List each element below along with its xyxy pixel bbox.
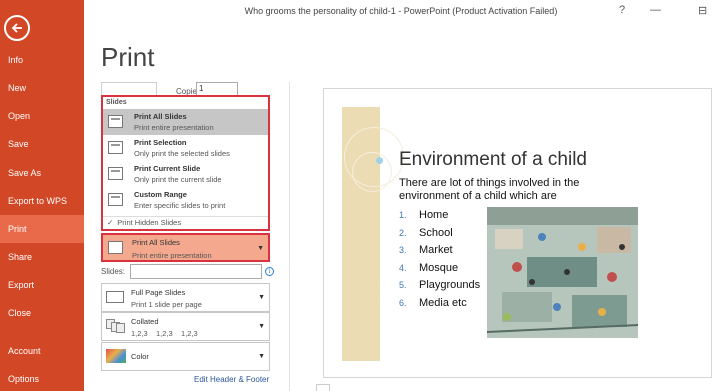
- list-number: 1.: [399, 210, 407, 220]
- decor-dot: [376, 157, 383, 164]
- option-title: Print Selection: [134, 138, 187, 147]
- page-title: Print: [101, 42, 155, 72]
- dropdown-desc: Print entire presentation: [132, 251, 212, 260]
- sidebar-item-share[interactable]: Share: [0, 243, 84, 271]
- current-slide-icon: [108, 167, 123, 180]
- menu-item-print-all-slides[interactable]: Print All Slides Print entire presentati…: [103, 109, 268, 135]
- list-text: Playgrounds: [419, 279, 481, 291]
- restore-button[interactable]: ⊟: [698, 4, 707, 17]
- sidebar-item-print[interactable]: Print: [0, 215, 84, 243]
- full-page-icon: [106, 291, 124, 303]
- sidebar-item-export[interactable]: Export: [0, 271, 84, 299]
- list-text: Media etc: [419, 296, 467, 309]
- menu-item-print-selection[interactable]: Print Selection Only print the selected …: [103, 135, 268, 161]
- print-range-menu: Slides Print All Slides Print entire pre…: [101, 95, 270, 231]
- sidebar-item-account[interactable]: Account: [0, 337, 84, 365]
- chevron-down-icon: ▼: [258, 353, 265, 360]
- list-item: 2. School: [399, 225, 480, 243]
- slide-title: Environment of a child: [399, 149, 587, 170]
- dropdown-title: Color: [131, 352, 149, 361]
- menu-item-print-current-slide[interactable]: Print Current Slide Only print the curre…: [103, 161, 268, 187]
- slide-illustration: [487, 207, 638, 338]
- list-text: Market: [419, 244, 453, 256]
- slides-icon: [108, 241, 123, 254]
- chevron-down-icon: ▼: [257, 245, 264, 252]
- sidebar-item-options[interactable]: Options: [0, 365, 84, 391]
- slide-intro: There are lot of things involved in the …: [399, 177, 580, 202]
- menu-item-custom-range[interactable]: Custom Range Enter specific slides to pr…: [103, 187, 268, 213]
- list-text: Mosque: [419, 261, 459, 274]
- option-title: Print Current Slide: [134, 164, 201, 173]
- list-item: 3. Market: [399, 242, 480, 260]
- print-range-dropdown[interactable]: Print All Slides Print entire presentati…: [101, 233, 270, 262]
- minimize-button[interactable]: —: [650, 4, 661, 16]
- list-number: 2.: [399, 227, 407, 238]
- back-arrow-icon[interactable]: [4, 15, 30, 41]
- selection-icon: [108, 141, 123, 154]
- decor-circle: [352, 152, 392, 192]
- page-nav[interactable]: [316, 384, 330, 391]
- sidebar-item-save[interactable]: Save: [0, 130, 84, 158]
- option-desc: Print entire presentation: [134, 123, 214, 132]
- option-desc: Only print the current slide: [134, 175, 222, 184]
- option-title: Custom Range: [134, 190, 187, 199]
- dropdown-desc: Print 1 slide per page: [131, 300, 202, 309]
- collate-icon: [106, 319, 126, 333]
- slide-decoration: [342, 107, 404, 361]
- edit-header-footer-link[interactable]: Edit Header & Footer: [194, 375, 269, 384]
- custom-range-icon: [108, 193, 123, 206]
- color-dropdown[interactable]: Color ▼: [101, 342, 270, 371]
- preview-divider: [289, 82, 290, 391]
- option-desc: Enter specific slides to print: [134, 201, 226, 210]
- slide-list: 1. Home 2. School 3. Market 4. Mosque 5. Play…: [399, 207, 480, 312]
- collate-dropdown[interactable]: Collated 1,2,3 1,2,3 1,2,3 ▼: [101, 312, 270, 341]
- slide-preview: Environment of a child There are lot of …: [323, 88, 712, 378]
- copies-input[interactable]: 1: [196, 82, 238, 96]
- color-icon: [106, 349, 126, 363]
- option-title: Print All Slides: [134, 112, 187, 121]
- chevron-down-icon: ▼: [258, 323, 265, 330]
- slides-input[interactable]: [130, 264, 262, 279]
- help-button[interactable]: ?: [619, 4, 625, 16]
- menu-item-print-hidden-slides[interactable]: ✓ Print Hidden Slides: [103, 216, 268, 228]
- list-number: 4.: [399, 262, 407, 273]
- title-bar: Who grooms the personality of child-1 - …: [84, 0, 718, 24]
- checkmark-icon: ✓: [107, 218, 114, 227]
- dropdown-title: Print All Slides: [132, 238, 180, 247]
- list-number: 5.: [399, 280, 407, 290]
- list-item: 6. Media etc: [399, 295, 480, 313]
- sidebar-item-open[interactable]: Open: [0, 102, 84, 130]
- menu-section-label: Slides: [106, 99, 127, 106]
- info-icon[interactable]: i: [265, 267, 274, 276]
- dropdown-title: Full Page Slides: [131, 288, 186, 297]
- slides-label: Slides:: [101, 267, 126, 276]
- list-number: 6.: [399, 297, 407, 308]
- sidebar-item-close[interactable]: Close: [0, 299, 84, 327]
- dropdown-title: Collated: [131, 317, 159, 326]
- sidebar-item-export-wps-pdf[interactable]: Export to WPS PDF: [0, 187, 84, 234]
- slides-icon: [108, 115, 123, 128]
- dropdown-desc: 1,2,3 1,2,3 1,2,3: [131, 329, 198, 338]
- backstage-sidebar: Info New Open Save Save As Export to WPS…: [0, 0, 84, 391]
- list-item: 4. Mosque: [399, 260, 480, 278]
- sidebar-item-new[interactable]: New: [0, 74, 84, 102]
- list-text: Home: [419, 209, 449, 221]
- list-text: School: [419, 226, 453, 239]
- printer-selector[interactable]: [101, 82, 157, 96]
- list-item: 1. Home: [399, 207, 480, 225]
- sidebar-item-info[interactable]: Info: [0, 46, 84, 74]
- option-desc: Only print the selected slides: [134, 149, 230, 158]
- sidebar-item-save-as[interactable]: Save As: [0, 159, 84, 187]
- list-number: 3.: [399, 245, 407, 255]
- layout-dropdown[interactable]: Full Page Slides Print 1 slide per page …: [101, 283, 270, 312]
- list-item: 5. Playgrounds: [399, 277, 480, 295]
- chevron-down-icon: ▼: [258, 294, 265, 301]
- hidden-slides-label: Print Hidden Slides: [117, 218, 182, 227]
